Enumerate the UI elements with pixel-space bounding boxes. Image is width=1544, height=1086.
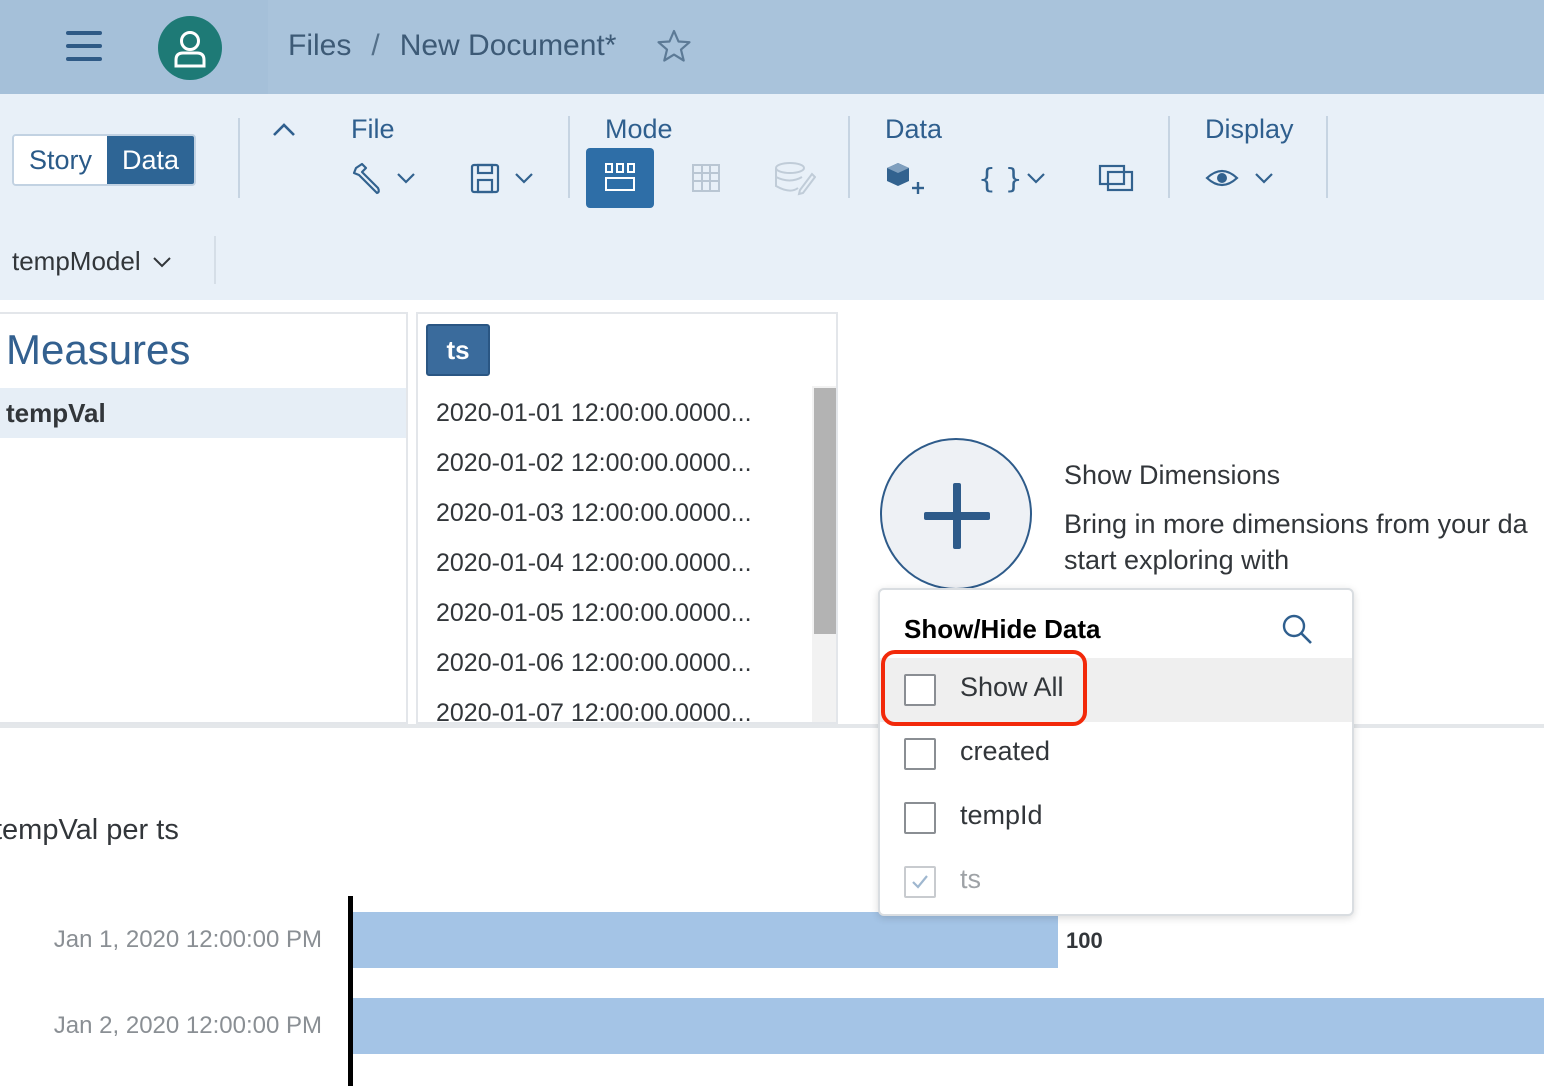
data-group-title: Data [885, 114, 943, 144]
toolbar-divider [1168, 116, 1170, 198]
toolbar-divider [214, 236, 216, 284]
collapse-toolbar-icon[interactable] [270, 118, 298, 140]
search-icon[interactable] [1280, 612, 1314, 646]
option-label: ts [960, 864, 982, 894]
model-selector[interactable]: tempModel [12, 246, 173, 277]
plus-icon-stroke [953, 483, 961, 549]
category-label: Jan 2, 2020 12:00:00 PM [53, 1012, 322, 1039]
favorite-star-icon[interactable] [656, 28, 692, 64]
save-icon[interactable] [470, 162, 540, 196]
measures-title: Measures [6, 326, 191, 373]
checkbox[interactable] [904, 738, 936, 770]
user-avatar-icon[interactable] [158, 16, 222, 80]
breadcrumb-separator: / [371, 29, 380, 62]
column-cell[interactable]: 2020-01-01 12:00:00.0000... [418, 388, 812, 438]
bar[interactable] [353, 912, 1058, 968]
data-label: 100 [1066, 928, 1103, 953]
option-label: created [960, 736, 1051, 766]
mode-group-title: Mode [605, 114, 673, 144]
toolbar-divider [1326, 116, 1328, 198]
option-tempid[interactable]: tempId [880, 786, 1352, 850]
dimension-column-panel: ts 2020-01-01 12:00:00.0000... 2020-01-0… [416, 312, 838, 724]
breadcrumb-files-link[interactable]: Files [288, 29, 351, 63]
file-group-title: File [351, 114, 395, 144]
grid-view-icon[interactable] [690, 162, 722, 194]
model-name: tempModel [12, 246, 141, 276]
shell-bar-left [0, 0, 268, 94]
column-cell[interactable]: 2020-01-03 12:00:00.0000... [418, 488, 812, 538]
checkbox[interactable] [904, 802, 936, 834]
option-label: Show All [960, 672, 1064, 702]
toolbar-divider [238, 118, 240, 198]
mode-explorer-button[interactable] [586, 148, 654, 208]
visibility-eye-icon[interactable] [1204, 162, 1280, 194]
show-dimensions-description: Bring in more dimensions from your da st… [1064, 509, 1528, 575]
show-hide-data-popover: Show/Hide Data Show All created tempId t… [878, 588, 1354, 916]
edit-data-icon[interactable] [772, 160, 816, 196]
popover-title: Show/Hide Data [904, 614, 1101, 644]
show-dimensions-title: Show Dimensions [1064, 460, 1281, 490]
checkmark-icon [912, 875, 928, 889]
explorer-grid-icon [605, 163, 635, 191]
column-value-list: 2020-01-01 12:00:00.0000... 2020-01-02 1… [418, 388, 812, 722]
toolbar: Story Data File Mode Data {} Display te… [0, 94, 1544, 300]
chevron-down-icon [152, 256, 171, 267]
shell-bar: Files / New Document* [0, 0, 1544, 94]
column-cell[interactable]: 2020-01-05 12:00:00.0000... [418, 588, 812, 638]
story-data-toggle: Story Data [12, 134, 197, 186]
column-cell[interactable]: 2020-01-04 12:00:00.0000... [418, 538, 812, 588]
menu-icon[interactable] [66, 31, 102, 61]
scrollbar-thumb[interactable] [814, 388, 836, 634]
svg-text:{ }: { } [978, 162, 1023, 195]
app-root: Files / New Document* Story Data File Mo… [0, 0, 1544, 1086]
column-cell[interactable]: 2020-01-02 12:00:00.0000... [418, 438, 812, 488]
option-label: tempId [960, 800, 1043, 830]
checkbox-checked-disabled [904, 866, 936, 898]
display-group-title: Display [1205, 114, 1294, 144]
option-ts: ts [880, 850, 1352, 914]
checkbox[interactable] [904, 674, 936, 706]
measure-item[interactable]: tempVal [0, 388, 406, 438]
toolbar-divider [848, 116, 850, 198]
toolbar-divider [568, 116, 570, 198]
category-label: Jan 1, 2020 12:00:00 PM [53, 926, 322, 953]
option-created[interactable]: created [880, 722, 1352, 786]
container-frame-icon[interactable] [1096, 160, 1136, 194]
tools-wrench-icon[interactable] [350, 162, 420, 196]
column-header-ts[interactable]: ts [426, 324, 490, 376]
chart-title: tempVal per ts [0, 814, 179, 846]
story-tab[interactable]: Story [14, 136, 108, 184]
breadcrumb: Files / New Document* [288, 26, 616, 66]
document-title: New Document* [399, 29, 617, 62]
add-data-cube-icon[interactable] [884, 160, 928, 196]
formula-braces-icon[interactable]: { } [978, 160, 1050, 196]
add-dimension-button[interactable] [880, 438, 1032, 590]
option-show-all[interactable]: Show All [880, 658, 1352, 722]
column-cell[interactable]: 2020-01-07 12:00:00.0000... [418, 688, 812, 722]
data-tab[interactable]: Data [107, 136, 195, 184]
column-cell[interactable]: 2020-01-06 12:00:00.0000... [418, 638, 812, 688]
measures-panel: Measures tempVal [0, 312, 408, 724]
bar[interactable] [353, 998, 1544, 1054]
